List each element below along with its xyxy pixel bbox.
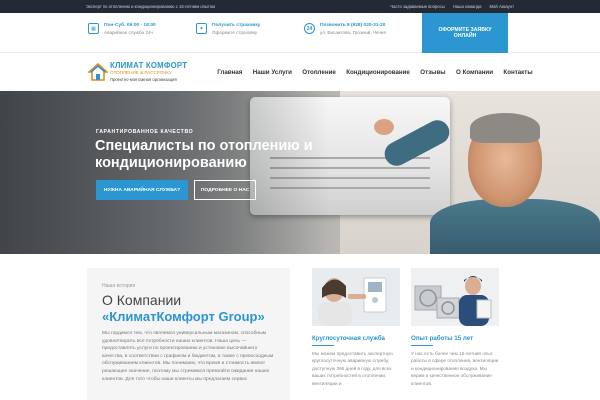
service-card-experience: Опыт работы 15 лет У нас есть более чем …	[411, 268, 499, 400]
team-link[interactable]: Наша команда	[453, 4, 482, 9]
main-nav: Главная Наши Услуги Отопление Кондициони…	[212, 53, 538, 91]
phone-title: Позвонить 8 (928) 020-31-20	[320, 23, 386, 28]
technician-image	[411, 268, 499, 326]
phone-24-icon: 24	[304, 23, 315, 34]
logo-tagline: Проектно-монтажная организация	[110, 77, 177, 82]
technician-shirt	[430, 199, 600, 254]
info-phone[interactable]: 24 Позвонить 8 (928) 020-31-20 ул. Висаи…	[304, 22, 386, 36]
nav-home[interactable]: Главная	[212, 69, 248, 76]
hero-banner: Гарантированное качество Специалисты по …	[0, 91, 600, 254]
address-subtitle: ул. Висаитова, Грозный, Чечня	[320, 30, 386, 35]
about-brand: «КлиматКомфорт Group»	[102, 309, 265, 324]
site-logo[interactable]: КЛИМАТ КОМФОРТ ОТОПЛЕНИЕ & РАССРОЧКУ Про…	[88, 61, 188, 87]
nav-conditioning[interactable]: Кондиционирование	[341, 69, 415, 76]
hero-overlay	[0, 91, 330, 254]
card-experience-divider	[411, 345, 433, 346]
insurance-title: Получить страховку	[212, 23, 261, 28]
card-24h-text: Мы можем предоставить экспертную круглос…	[312, 351, 393, 386]
technician-hand	[374, 119, 394, 135]
nav-about[interactable]: О Компании	[451, 69, 498, 76]
hours-title: Пон-Суб: 09:00 - 18:00	[104, 23, 156, 28]
logo-title: КЛИМАТ КОМФОРТ	[110, 61, 188, 70]
hero-title: Специалисты по отоплению и кондициониров…	[95, 138, 313, 171]
nav-contacts[interactable]: Контакты	[498, 69, 538, 76]
house-logo-icon	[88, 63, 108, 81]
order-online-button[interactable]: Оформите заявку онлайн	[422, 13, 508, 53]
top-bar-tagline: Эксперт по отоплению и кондиционированию…	[86, 4, 215, 9]
about-text: Мы гордимся тем, что являемся универсаль…	[102, 331, 274, 382]
logo-subtitle: ОТОПЛЕНИЕ & РАССРОЧКУ	[110, 70, 172, 75]
nav-heating[interactable]: Отопление	[297, 69, 341, 76]
info-insurance[interactable]: ✦ Получить страховку Оформите страховку	[196, 22, 260, 36]
account-link[interactable]: Мой Аккаунт	[489, 4, 514, 9]
nav-services[interactable]: Наши Услуги	[248, 69, 298, 76]
calendar-icon: ▦	[88, 23, 99, 34]
info-row: ▦ Пон-Суб: 09:00 - 18:00 Аварийная служб…	[0, 13, 600, 53]
nav-reviews[interactable]: Отзывы	[415, 69, 451, 76]
main-header: КЛИМАТ КОМФОРТ ОТОПЛЕНИЕ & РАССРОЧКУ Про…	[0, 53, 600, 91]
card-24h-divider	[312, 345, 334, 346]
card-24h-title[interactable]: Круглосуточная служба	[312, 335, 385, 342]
card-experience-title[interactable]: Опыт работы 15 лет	[411, 335, 473, 342]
technician-hair	[470, 113, 540, 143]
info-hours: ▦ Пон-Суб: 09:00 - 18:00 Аварийная служб…	[88, 22, 156, 36]
certificate-icon: ✦	[196, 23, 207, 34]
about-subtitle: Наша история	[102, 283, 136, 289]
card-experience-text: У нас есть более чем 15-летний опыт рабо…	[411, 351, 499, 386]
insurance-subtitle: Оформите страховку	[212, 30, 258, 35]
hours-subtitle: Аварийная служба 24ч	[104, 30, 153, 35]
emergency-service-button[interactable]: Нужна аварийная служба?	[96, 180, 188, 200]
intercom-image	[312, 268, 400, 326]
service-card-24h: Круглосуточная служба Мы можем предостав…	[312, 268, 400, 400]
about-heading: О Компании	[102, 292, 182, 308]
top-bar: Эксперт по отоплению и кондиционированию…	[0, 0, 600, 13]
learn-more-button[interactable]: Подробнее о нас	[194, 180, 256, 200]
faq-link[interactable]: Часто задаваемые вопросы	[390, 4, 444, 9]
top-bar-links: Часто задаваемые вопросы Наша команда Мо…	[390, 4, 514, 9]
about-panel: Наша история О Компании «КлиматКомфорт G…	[87, 268, 290, 400]
hero-kicker: Гарантированное качество	[96, 129, 194, 135]
